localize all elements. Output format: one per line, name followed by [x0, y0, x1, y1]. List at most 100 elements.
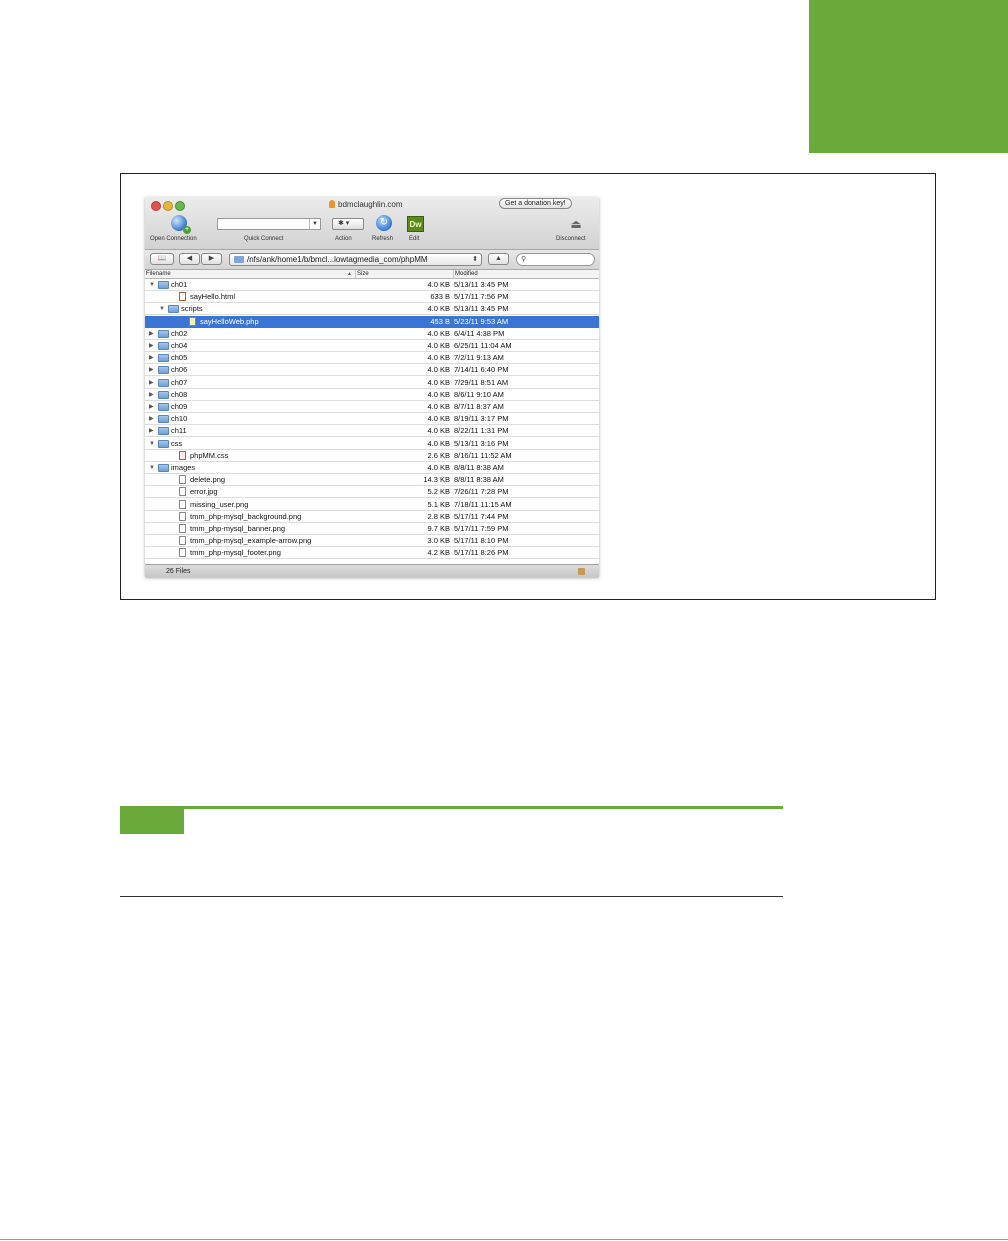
sort-ascending-icon[interactable]: ▲	[347, 270, 352, 278]
zoom-window-icon[interactable]	[175, 201, 185, 211]
disclosure-closed-icon[interactable]: ▶	[149, 364, 154, 376]
file-row[interactable]: tmm_php-mysql_background.png 2.8 KB 5/17/1…	[145, 511, 599, 523]
file-size: 2.6 KB	[427, 450, 450, 460]
action-label: Action	[335, 236, 352, 242]
file-row[interactable]: ▶ ch04 4.0 KB 6/25/11 11:04 AM	[145, 340, 599, 352]
file-row[interactable]: ▼ images 4.0 KB 8/8/11 8:38 AM	[145, 462, 599, 474]
edit-label[interactable]: Edit	[409, 236, 419, 242]
file-file-icon	[179, 548, 186, 558]
title-bar: bdmclaughlin.com Get a donation key! + O…	[145, 197, 599, 250]
popup-arrows-icon: ⬍	[472, 256, 478, 263]
file-name: error.jpg	[190, 487, 218, 497]
file-modified: 5/13/11 3:45 PM	[454, 280, 509, 289]
file-name: delete.png	[190, 475, 226, 485]
file-modified: 5/17/11 8:26 PM	[454, 548, 509, 558]
close-window-icon[interactable]	[151, 201, 161, 211]
file-size: 633 B	[430, 292, 450, 302]
server-flame-icon	[329, 200, 335, 208]
refresh-icon[interactable]: ↻	[376, 215, 392, 231]
file-row[interactable]: ▼ scripts 4.0 KB 5/13/11 3:45 PM	[145, 303, 599, 316]
column-divider[interactable]	[355, 270, 356, 278]
file-modified: 5/23/11 9:53 AM	[454, 316, 509, 326]
file-row[interactable]: ▶ ch06 4.0 KB 7/14/11 6:40 PM	[145, 364, 599, 377]
donation-key-button[interactable]: Get a donation key!	[499, 198, 572, 209]
file-size: 9.7 KB	[427, 524, 450, 533]
file-modified: 5/17/11 7:56 PM	[454, 292, 509, 302]
file-list: ▼ ch01 4.0 KB 5/13/11 3:45 PM sayHello.html 6…	[145, 279, 599, 563]
parent-directory-button[interactable]: ▲	[488, 253, 509, 265]
column-filename[interactable]: Filename	[146, 270, 171, 278]
quick-connect-combo[interactable]: ▼	[217, 218, 321, 230]
back-button[interactable]: ◀	[179, 253, 200, 265]
edit-dreamweaver-icon[interactable]: Dw	[407, 216, 424, 232]
file-row[interactable]: phpMM.css 2.6 KB 8/16/11 11:52 AM	[145, 450, 599, 462]
lock-icon	[578, 568, 585, 575]
folder-icon	[158, 354, 169, 363]
file-name: ch02	[171, 328, 188, 338]
action-menu-button[interactable]: ✱ ▾	[332, 218, 364, 230]
file-row[interactable]: ▼ css 4.0 KB 5/13/11 3:16 PM	[145, 438, 599, 450]
file-row[interactable]: ▼ ch01 4.0 KB 5/13/11 3:45 PM	[145, 279, 599, 291]
column-modified[interactable]: Modified	[455, 270, 478, 278]
file-modified: 6/25/11 11:04 AM	[454, 341, 512, 350]
disclosure-closed-icon[interactable]: ▶	[149, 352, 154, 364]
disclosure-closed-icon[interactable]: ▶	[149, 389, 154, 401]
file-name: ch11	[171, 426, 187, 436]
disclosure-closed-icon[interactable]: ▶	[149, 425, 154, 437]
file-row[interactable]: ▶ ch09 4.0 KB 8/7/11 8:37 AM	[145, 401, 599, 413]
open-connection-label[interactable]: Open Connection	[150, 236, 197, 242]
file-row[interactable]: ▶ ch02 4.0 KB 6/4/11 4:38 PM	[145, 328, 599, 340]
disclosure-closed-icon[interactable]: ▶	[149, 413, 154, 425]
chevron-down-icon[interactable]: ▼	[309, 219, 320, 229]
file-modified: 8/6/11 9:10 AM	[454, 389, 504, 399]
folder-icon	[158, 427, 169, 436]
column-divider[interactable]	[453, 270, 454, 278]
file-name: css	[171, 438, 183, 448]
disclosure-closed-icon[interactable]: ▶	[149, 401, 154, 413]
file-row[interactable]: ▶ ch07 4.0 KB 7/29/11 8:51 AM	[145, 377, 599, 389]
file-size: 5.2 KB	[427, 487, 450, 497]
file-row[interactable]: ▶ ch08 4.0 KB 8/6/11 9:10 AM	[145, 389, 599, 401]
file-row[interactable]: ▶ ch11 4.0 KB 8/22/11 1:31 PM	[145, 425, 599, 438]
file-row[interactable]: delete.png 14.3 KB 8/8/11 8:38 AM	[145, 474, 599, 487]
folder-icon	[158, 415, 169, 424]
file-size: 3.0 KB	[427, 536, 450, 546]
file-size: 4.2 KB	[427, 548, 450, 558]
plus-icon: +	[183, 226, 191, 234]
disconnect-label[interactable]: Disconnect	[556, 236, 586, 242]
folder-icon	[158, 439, 169, 448]
disclosure-open-icon[interactable]: ▼	[149, 462, 155, 474]
php-file-icon	[189, 316, 196, 326]
forward-button[interactable]: ▶	[201, 253, 222, 265]
minimize-window-icon[interactable]	[163, 201, 173, 211]
bookmarks-button[interactable]: 📖	[150, 253, 174, 265]
folder-icon	[168, 305, 179, 314]
file-row[interactable]: missing_user.png 5.1 KB 7/18/11 11:15 AM	[145, 499, 599, 511]
open-connection-globe-icon[interactable]: +	[171, 215, 191, 234]
file-row[interactable]: ▶ ch05 4.0 KB 7/2/11 9:13 AM	[145, 352, 599, 365]
search-input[interactable]: ⚲	[516, 253, 595, 266]
folder-icon	[234, 256, 244, 263]
file-row[interactable]: ▶ ch10 4.0 KB 8/19/11 3:17 PM	[145, 413, 599, 426]
file-modified: 8/7/11 8:37 AM	[454, 402, 504, 411]
path-popup[interactable]: /nfs/ank/home1/b/bmcl...lowtagmedia_com/…	[229, 253, 482, 266]
file-file-icon	[179, 536, 186, 546]
file-row[interactable]: tmm_php-mysql_example-arrow.png 3.0 KB 5/1…	[145, 535, 599, 548]
eject-icon[interactable]: ⏏	[569, 217, 583, 231]
folder-icon	[158, 342, 169, 350]
file-size: 4.0 KB	[427, 353, 450, 363]
disclosure-closed-icon[interactable]: ▶	[149, 340, 154, 352]
file-row[interactable]: sayHello.html 633 B 5/17/11 7:56 PM	[145, 291, 599, 304]
refresh-label[interactable]: Refresh	[372, 236, 393, 242]
file-size: 14.3 KB	[423, 475, 450, 485]
disclosure-closed-icon[interactable]: ▶	[149, 377, 154, 389]
file-row[interactable]: tmm_php-mysql_banner.png 9.7 KB 5/17/11 7:…	[145, 523, 599, 535]
file-row[interactable]: error.jpg 5.2 KB 7/26/11 7:28 PM	[145, 486, 599, 499]
disclosure-open-icon[interactable]: ▼	[159, 303, 165, 315]
file-row[interactable]: tmm_php-mysql_footer.png 4.2 KB 5/17/11 8:…	[145, 547, 599, 560]
file-row[interactable]: sayHelloWeb.php 453 B 5/23/11 9:53 AM	[145, 315, 599, 328]
disclosure-closed-icon[interactable]: ▶	[149, 328, 154, 340]
disclosure-open-icon[interactable]: ▼	[149, 438, 155, 450]
disclosure-open-icon[interactable]: ▼	[149, 279, 155, 291]
column-size[interactable]: Size	[357, 270, 369, 278]
